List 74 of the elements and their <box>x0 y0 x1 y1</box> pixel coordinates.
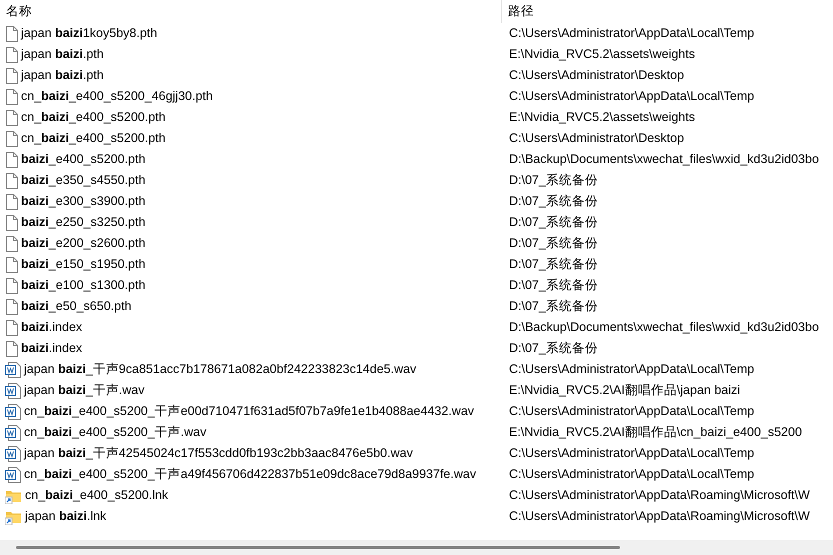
horizontal-scrollbar[interactable] <box>0 540 833 555</box>
audio-file-icon <box>5 466 21 482</box>
file-icon <box>5 194 18 210</box>
file-icon <box>5 256 18 272</box>
file-name[interactable]: japan baizi_干声.wav <box>24 381 145 400</box>
file-path: D:\07_系统备份 <box>509 215 598 230</box>
file-path: D:\Backup\Documents\xwechat_files\wxid_kd3u2id03bo <box>509 320 819 334</box>
file-path: C:\Users\Administrator\AppData\Local\Temp <box>509 89 754 104</box>
file-name[interactable]: baizi_e300_s3900.pth <box>21 192 146 211</box>
file-path: E:\Nvidia_RVC5.2\AI翻唱作品\japan baizi <box>509 383 740 398</box>
file-path: C:\Users\Administrator\AppData\Local\Temp <box>509 362 754 376</box>
file-name[interactable]: baizi_e200_s2600.pth <box>21 234 146 253</box>
file-path: D:\Backup\Documents\xwechat_files\wxid_kd3u2id03bo <box>509 152 819 166</box>
file-icon <box>5 172 18 188</box>
file-path: D:\07_系统备份 <box>509 173 598 188</box>
file-icon <box>5 110 18 126</box>
file-path: E:\Nvidia_RVC5.2\assets\weights <box>509 47 695 62</box>
file-name[interactable]: cn_baizi_e400_s5200.pth <box>21 108 166 127</box>
file-path: C:\Users\Administrator\Desktop <box>509 68 684 82</box>
file-path: C:\Users\Administrator\AppData\Local\Temp <box>509 446 754 460</box>
audio-file-icon <box>5 382 21 398</box>
file-path: D:\07_系统备份 <box>509 278 598 292</box>
file-path: C:\Users\Administrator\AppData\Local\Temp <box>509 404 754 418</box>
file-path: D:\07_系统备份 <box>509 194 598 208</box>
file-icon <box>5 236 18 252</box>
file-icon <box>5 46 18 62</box>
file-name[interactable]: baizi_e400_s5200.pth <box>21 150 146 169</box>
file-path: E:\Nvidia_RVC5.2\assets\weights <box>509 110 695 124</box>
file-icon <box>5 214 18 230</box>
file-name[interactable]: japan baizi.lnk <box>25 507 106 526</box>
audio-file-icon <box>5 446 21 462</box>
file-icon <box>5 298 18 314</box>
file-name[interactable]: japan baizi_干声9ca851acc7b178671a082a0bf242233823c14de5.wav <box>24 360 416 379</box>
file-icon <box>5 340 18 356</box>
file-name[interactable]: japan baizi1koy5by8.pth <box>21 24 158 43</box>
file-name[interactable]: cn_baizi_e400_s5200.lnk <box>25 486 168 505</box>
file-icon <box>5 130 18 146</box>
file-path: C:\Users\Administrator\Desktop <box>509 131 684 146</box>
file-path: D:\07_系统备份 <box>509 257 598 272</box>
audio-file-icon <box>5 362 21 378</box>
file-path: E:\Nvidia_RVC5.2\AI翻唱作品\cn_baizi_e400_s5200 <box>509 425 802 440</box>
file-name[interactable]: japan baizi.pth <box>21 45 104 64</box>
file-name[interactable]: baizi.index <box>21 339 82 358</box>
file-name[interactable]: cn_baizi_e400_s5200_干声e00d710471f631ad5f07b7a9fe1e1b4088ae4432.wav <box>24 402 474 421</box>
file-path: C:\Users\Administrator\AppData\Local\Temp <box>509 467 754 482</box>
audio-file-icon <box>5 424 21 440</box>
file-name[interactable]: japan baizi_干声42545024c17f553cdd0fb193c2bb3aac8476e5b0.wav <box>24 444 413 463</box>
file-name[interactable]: cn_baizi_e400_s5200_干声a49f456706d422837b51e09dc8ace79d8a9937fe.wav <box>24 465 476 484</box>
file-name[interactable]: baizi_e250_s3250.pth <box>21 213 146 232</box>
file-path: D:\07_系统备份 <box>509 299 598 314</box>
scrollbar-thumb[interactable] <box>16 546 620 549</box>
file-path: C:\Users\Administrator\AppData\Roaming\Microsoft\W <box>509 509 810 524</box>
file-path: C:\Users\Administrator\AppData\Local\Temp <box>509 26 754 40</box>
file-name[interactable]: cn_baizi_e400_s5200_46gjj30.pth <box>21 87 213 106</box>
file-icon <box>5 320 18 336</box>
file-name[interactable]: cn_baizi_e400_s5200.pth <box>21 129 166 148</box>
audio-file-icon <box>5 404 21 420</box>
column-header[interactable]: 名称 <box>0 2 501 21</box>
file-icon <box>5 152 18 168</box>
column-header[interactable]: 路径 <box>501 0 833 23</box>
file-icon <box>5 26 18 42</box>
file-name[interactable]: baizi.index <box>21 318 82 337</box>
file-name[interactable]: baizi_e50_s650.pth <box>21 297 132 316</box>
file-path: D:\07_系统备份 <box>509 341 598 356</box>
file-icon <box>5 278 18 294</box>
file-name[interactable]: japan baizi.pth <box>21 66 104 85</box>
file-icon <box>5 68 18 84</box>
file-icon <box>5 88 18 104</box>
file-name[interactable]: baizi_e350_s4550.pth <box>21 171 146 190</box>
file-path: D:\07_系统备份 <box>509 236 598 250</box>
file-name[interactable]: baizi_e100_s1300.pth <box>21 276 146 295</box>
file-name[interactable]: cn_baizi_e400_s5200_干声.wav <box>24 423 206 442</box>
file-name[interactable]: baizi_e150_s1950.pth <box>21 255 146 274</box>
file-path: C:\Users\Administrator\AppData\Roaming\Microsoft\W <box>509 488 810 502</box>
